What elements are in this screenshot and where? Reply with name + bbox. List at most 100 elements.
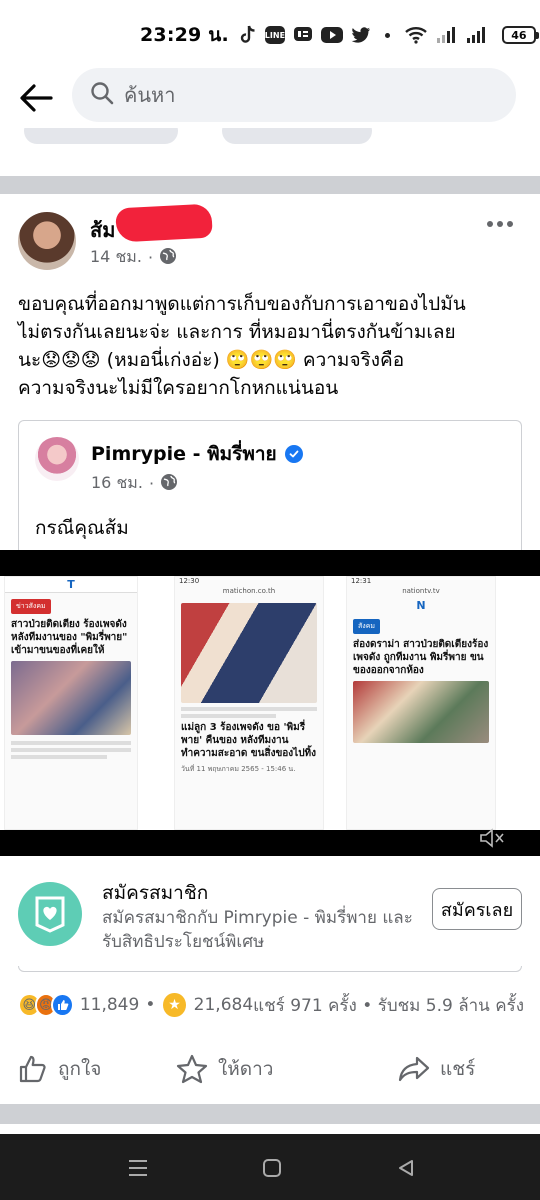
news-body-placeholder	[5, 741, 137, 759]
like-label: ถูกใจ	[58, 1058, 102, 1080]
post-text-line: ไม่ตรงกันเลยนะจ่ะ และการ ที่หมอมานี่ตรงก…	[18, 321, 456, 343]
more-dot-icon	[487, 221, 493, 227]
star-label: ให้ดาว	[218, 1058, 274, 1080]
reactions-summary[interactable]: 😆 😡 11,849 • ★ 21,684 แชร์ 971 ครั้ง • ร…	[18, 990, 524, 1020]
share-label: แชร์	[440, 1058, 476, 1080]
share-arrow-icon	[398, 1056, 430, 1082]
reaction-count[interactable]: 11,849	[80, 995, 139, 1015]
news-screenshot-thairath: T ข่าวสังคม สาวป่วยติดเตียง ร้องเพจดัง ห…	[4, 576, 138, 830]
meta-dot: ·	[148, 474, 155, 493]
tiktok-icon	[239, 25, 257, 45]
mute-icon[interactable]	[478, 826, 506, 850]
status-bar: 23:29 น. LINE 46	[0, 0, 540, 70]
status-time: 23:29 น.	[140, 24, 229, 46]
shared-time[interactable]: 16 ชม.	[91, 471, 143, 496]
membership-title: สมัครสมาชิก	[102, 882, 209, 904]
news-tag: ข่าวสังคม	[11, 599, 51, 614]
news-tag: สังคม	[353, 619, 380, 634]
thumbs-up-icon	[19, 1055, 46, 1083]
membership-subtitle: สมัครสมาชิกกับ Pimrypie - พิมรี่พาย และร…	[102, 908, 413, 952]
news-headline: สาวป่วยติดเตียง ร้องเพจดัง หลังทีมงานของ…	[11, 619, 128, 656]
shared-author-name[interactable]: Pimrypie - พิมรี่พาย	[91, 439, 277, 469]
filter-chip[interactable]	[24, 128, 178, 144]
section-divider	[0, 176, 540, 194]
filter-chip[interactable]	[222, 128, 372, 144]
like-reaction-icon	[51, 993, 74, 1017]
post-text-line: ขอบคุณที่ออกมาพูดแต่การเก็บของกับการเอาข…	[18, 293, 466, 315]
star-button[interactable]: ให้ดาว	[176, 1054, 273, 1084]
news-logo: T	[5, 577, 137, 593]
shared-author-avatar[interactable]	[35, 437, 79, 481]
star-icon: ★	[163, 993, 186, 1017]
news-photo	[353, 681, 489, 743]
search-header: ค้นหา	[0, 68, 540, 128]
shared-post-card[interactable]: Pimrypie - พิมรี่พาย 16 ชม. · กรณีคุณส้ม	[18, 420, 522, 570]
star-outline-icon	[176, 1054, 208, 1084]
home-square-icon	[263, 1159, 281, 1177]
more-dot-icon	[507, 221, 513, 227]
share-button[interactable]: แชร์	[398, 1054, 475, 1084]
line-chat-icon	[293, 26, 313, 44]
redaction-mark	[115, 203, 213, 243]
news-url: matichon.co.th	[222, 587, 276, 595]
action-bar: ถูกใจ ให้ดาว แชร์	[0, 1046, 540, 1100]
news-photo	[181, 603, 317, 703]
arrow-left-icon	[20, 84, 53, 112]
verified-badge-icon	[284, 445, 303, 463]
news-screenshot-matichon: 12:30 matichon.co.th แม่ลูก 3 ร้องเพจดัง…	[174, 576, 324, 830]
shared-meta: 16 ชม. ·	[91, 471, 178, 496]
globe-icon	[160, 473, 178, 495]
like-button[interactable]: ถูกใจ	[18, 1054, 101, 1084]
card-bottom-border	[18, 966, 522, 972]
post-text-line: นะ😟😟😟 (หมอนี่เก่งอ่ะ) 🙄🙄🙄 ความจริงคือ	[18, 349, 405, 371]
search-input[interactable]: ค้นหา	[72, 68, 516, 122]
notification-dot-icon	[384, 32, 390, 38]
wifi-icon	[404, 26, 428, 44]
home-button[interactable]	[260, 1156, 284, 1180]
recents-button[interactable]	[126, 1156, 150, 1180]
post-text-line: ความจริงนะไม่มีใครอยากโกหกแน่นอน	[18, 377, 339, 399]
star-count[interactable]: 21,684	[194, 995, 253, 1015]
search-icon	[90, 81, 114, 109]
system-back-button[interactable]	[394, 1156, 418, 1180]
youtube-icon	[320, 27, 343, 43]
status-icons: LINE 46	[239, 25, 539, 45]
shared-text: กรณีคุณส้ม	[35, 517, 129, 539]
section-divider	[0, 1104, 540, 1124]
news-url: nationtv.tv	[402, 587, 440, 595]
shares-views[interactable]: แชร์ 971 ครั้ง • รับชม 5.9 ล้าน ครั้ง	[253, 992, 524, 1019]
menu-lines-icon	[129, 1160, 147, 1176]
news-date: วันที่ 11 พฤษภาคม 2565 - 15:46 น.	[181, 765, 296, 773]
signal-icon-2	[466, 26, 488, 44]
back-button[interactable]	[16, 78, 56, 118]
filter-chip-row	[0, 128, 540, 150]
battery-icon: 46	[501, 26, 539, 44]
phone-time: 12:30	[179, 577, 200, 585]
meta-dot: ·	[147, 248, 154, 267]
globe-icon	[159, 247, 177, 269]
author-avatar[interactable]	[18, 212, 76, 270]
post-meta: 14 ชม. ·	[90, 245, 177, 270]
membership-block: สมัครสมาชิก สมัครสมาชิกกับ Pimrypie - พิ…	[0, 856, 540, 966]
news-headline: แม่ลูก 3 ร้องเพจดัง ขอ 'พิมรี่พาย' คืนขอ…	[181, 722, 317, 759]
news-headline: ส่องดราม่า สาวป่วยติดเตียงร้องเพจดัง ถูก…	[353, 639, 489, 676]
more-options-button[interactable]	[482, 212, 518, 236]
shared-author[interactable]: Pimrypie - พิมรี่พาย	[91, 439, 303, 469]
join-button[interactable]: สมัครเลย	[432, 888, 522, 930]
author-name[interactable]: ส้ม	[90, 214, 115, 246]
news-caption-placeholder	[175, 707, 323, 718]
signal-icon-1	[436, 26, 458, 44]
news-screenshot-nationtv: 12:31 nationtv.tv N สังคม ส่องดราม่า สาว…	[346, 576, 496, 830]
post-text: ขอบคุณที่ออกมาพูดแต่การเก็บของกับการเอาข…	[18, 290, 528, 402]
video-media[interactable]: T ข่าวสังคม สาวป่วยติดเตียง ร้องเพจดัง ห…	[0, 550, 540, 856]
phone-time: 12:31	[351, 577, 372, 585]
triangle-back-icon	[399, 1160, 413, 1176]
news-logo: N	[416, 598, 426, 612]
system-nav-bar	[0, 1134, 540, 1200]
search-placeholder: ค้นหา	[124, 83, 176, 107]
post-time[interactable]: 14 ชม.	[90, 245, 142, 270]
video-frame[interactable]: T ข่าวสังคม สาวป่วยติดเตียง ร้องเพจดัง ห…	[0, 576, 540, 848]
news-photo	[11, 661, 131, 735]
line-icon: LINE	[265, 26, 285, 44]
more-dot-icon	[497, 221, 503, 227]
